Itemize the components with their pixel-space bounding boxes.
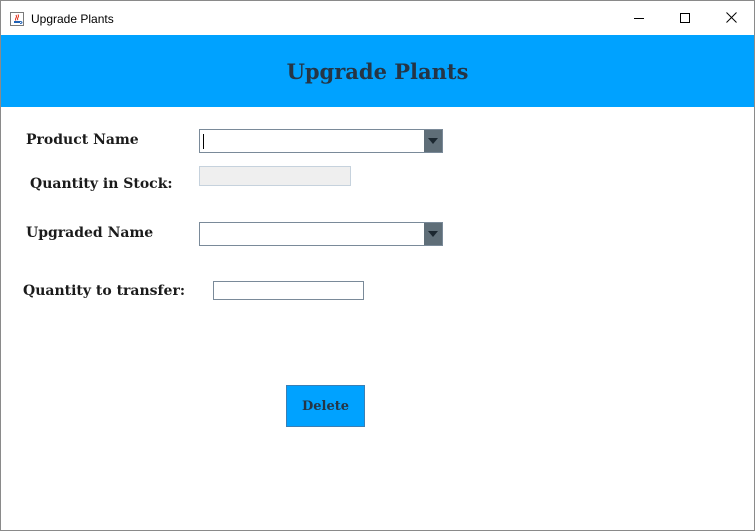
maximize-icon xyxy=(680,12,690,23)
close-icon xyxy=(725,12,737,23)
app-window: Upgrade Plants Upgrade Plants Product Na… xyxy=(0,0,755,531)
chevron-down-icon xyxy=(428,231,438,237)
minimize-button[interactable] xyxy=(616,1,662,34)
product-name-label: Product Name xyxy=(26,132,139,148)
quantity-in-stock-label: Quantity in Stock: xyxy=(30,176,173,192)
minimize-icon xyxy=(634,17,644,19)
header-banner: Upgrade Plants xyxy=(1,35,754,107)
delete-button[interactable]: Delete xyxy=(286,385,365,427)
upgraded-name-dropdown[interactable] xyxy=(199,222,443,246)
dropdown-arrow-button[interactable] xyxy=(424,130,442,152)
chevron-down-icon xyxy=(428,138,438,144)
close-button[interactable] xyxy=(708,1,754,34)
quantity-to-transfer-field[interactable] xyxy=(213,281,364,300)
java-cup-icon xyxy=(10,11,24,26)
text-cursor xyxy=(203,134,204,149)
quantity-to-transfer-label: Quantity to transfer: xyxy=(23,283,186,299)
page-title: Upgrade Plants xyxy=(286,59,469,84)
title-bar[interactable]: Upgrade Plants xyxy=(1,1,754,34)
upgraded-name-label: Upgraded Name xyxy=(26,225,154,241)
dropdown-arrow-button[interactable] xyxy=(424,223,442,245)
window-title: Upgrade Plants xyxy=(31,12,114,26)
product-name-dropdown[interactable] xyxy=(199,129,443,153)
quantity-in-stock-field xyxy=(199,166,351,186)
maximize-button[interactable] xyxy=(662,1,708,34)
